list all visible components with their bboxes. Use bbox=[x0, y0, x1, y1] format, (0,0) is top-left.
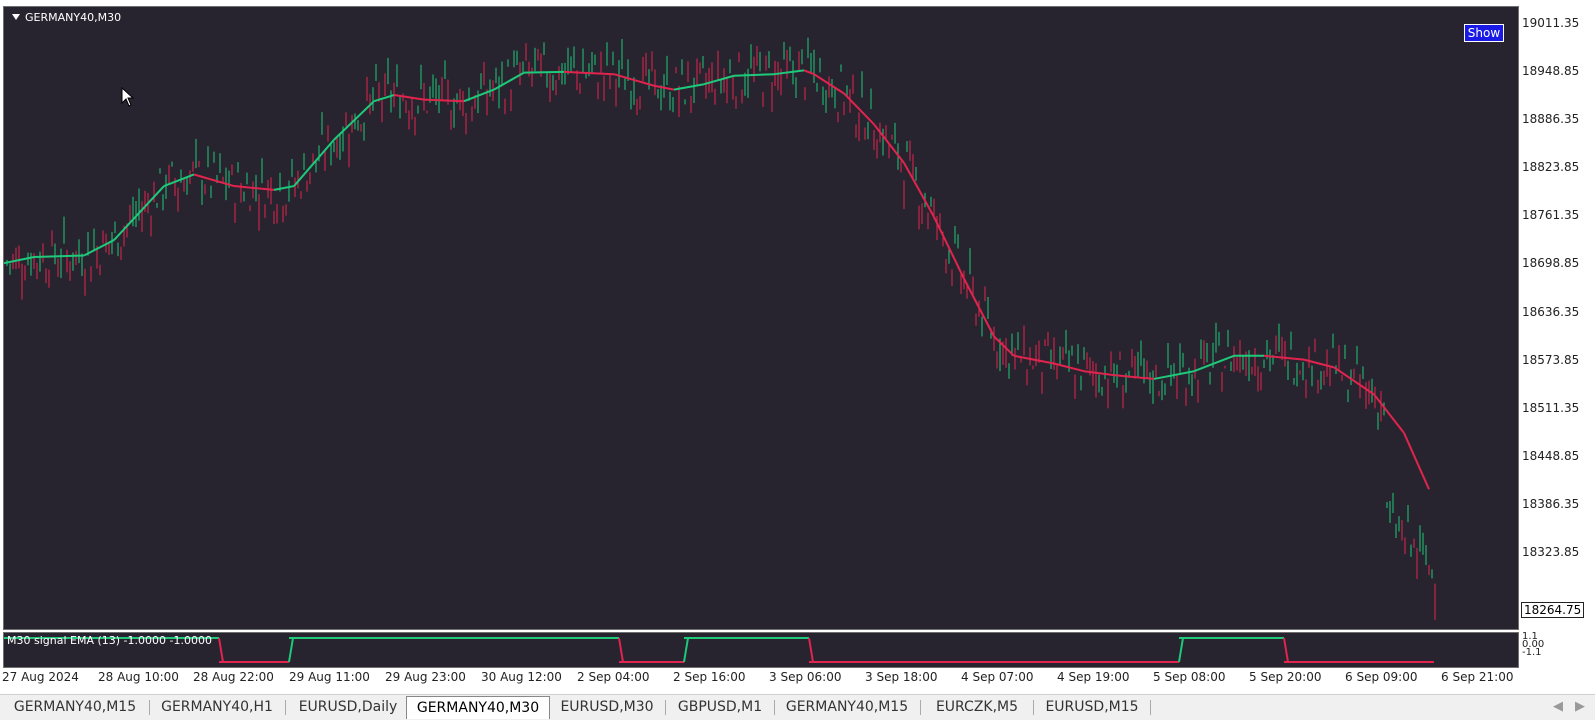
price-tick: 18886.35 bbox=[1522, 112, 1580, 126]
time-tick: 29 Aug 11:00 bbox=[289, 670, 370, 684]
tab-divider bbox=[1033, 700, 1034, 715]
tab-gbpusd-m1[interactable]: GBPUSD,M1 bbox=[668, 696, 772, 718]
chart-title-text: GERMANY40,M30 bbox=[25, 11, 122, 24]
signal-transition bbox=[618, 637, 624, 663]
ema-line-segment bbox=[193, 173, 235, 188]
time-tick: 5 Sep 08:00 bbox=[1153, 670, 1226, 684]
tab-germany40-m30[interactable]: GERMANY40,M30 bbox=[406, 696, 550, 719]
tab-eurusd-m15[interactable]: EURUSD,M15 bbox=[1036, 696, 1148, 718]
chart-window: GERMANY40,M30 Show M30 signal EMA (13) -… bbox=[0, 0, 1595, 720]
tab-divider bbox=[149, 700, 150, 715]
tab-germany40-m15[interactable]: GERMANY40,M15 bbox=[5, 696, 145, 718]
time-tick: 6 Sep 21:00 bbox=[1441, 670, 1514, 684]
price-tick: 18698.85 bbox=[1522, 256, 1580, 270]
price-chart-canvas bbox=[4, 37, 1436, 620]
ema-line-segment bbox=[803, 69, 815, 76]
sub-axis-tick: -1.1 bbox=[1522, 647, 1542, 658]
time-tick: 5 Sep 20:00 bbox=[1249, 670, 1322, 684]
tab-germany40-h1[interactable]: GERMANY40,H1 bbox=[152, 696, 282, 718]
time-tick: 27 Aug 2024 bbox=[2, 670, 79, 684]
indicator-label: M30 signal EMA (13) -1.0000 -1.0000 bbox=[7, 634, 212, 647]
show-button[interactable]: Show bbox=[1464, 24, 1504, 42]
time-tick: 3 Sep 18:00 bbox=[865, 670, 938, 684]
ema-line-segment bbox=[1193, 354, 1235, 373]
ema-line-segment bbox=[523, 70, 565, 74]
ema-line-segment bbox=[273, 185, 295, 191]
tab-eurusd-m30[interactable]: EURUSD,M30 bbox=[552, 696, 662, 718]
signal-transition bbox=[683, 637, 689, 663]
ema-line-segment bbox=[733, 73, 775, 77]
mouse-cursor-icon bbox=[121, 87, 135, 107]
time-tick: 3 Sep 06:00 bbox=[769, 670, 842, 684]
time-tick: 2 Sep 16:00 bbox=[673, 670, 746, 684]
price-axis[interactable]: 19011.35 18948.85 18886.35 18823.85 1876… bbox=[1521, 0, 1595, 694]
indicator-subwindow[interactable]: M30 signal EMA (13) -1.0000 -1.0000 bbox=[3, 632, 1519, 668]
time-tick: 4 Sep 07:00 bbox=[961, 670, 1034, 684]
price-chart[interactable]: GERMANY40,M30 Show bbox=[3, 6, 1519, 630]
ema-line-segment bbox=[563, 70, 615, 76]
time-axis[interactable]: 27 Aug 2024 28 Aug 10:00 28 Aug 22:00 29… bbox=[0, 668, 1520, 688]
tab-eurczk-m5[interactable]: EURCZK,M5 bbox=[923, 696, 1031, 718]
current-price-label: 18264.75 bbox=[1521, 602, 1585, 618]
time-tick: 30 Aug 12:00 bbox=[481, 670, 562, 684]
ema-line-segment bbox=[1403, 432, 1430, 490]
price-tick: 19011.35 bbox=[1522, 16, 1580, 30]
tab-divider bbox=[285, 700, 286, 715]
ema-line-segment bbox=[1113, 374, 1155, 380]
tab-eurusd-daily[interactable]: EURUSD,Daily bbox=[288, 696, 408, 718]
price-tick: 18823.85 bbox=[1522, 160, 1580, 174]
signal-transition bbox=[218, 637, 224, 663]
signal-transition bbox=[808, 637, 814, 663]
signal-line-canvas bbox=[4, 637, 1434, 663]
time-tick: 6 Sep 09:00 bbox=[1345, 670, 1418, 684]
dropdown-triangle-icon[interactable] bbox=[12, 14, 20, 20]
price-tick: 18573.85 bbox=[1522, 353, 1580, 367]
time-tick: 4 Sep 19:00 bbox=[1057, 670, 1130, 684]
chart-title: GERMANY40,M30 bbox=[12, 11, 121, 24]
signal-transition bbox=[288, 637, 294, 663]
time-tick: 28 Aug 22:00 bbox=[193, 670, 274, 684]
ema-line-segment bbox=[393, 94, 425, 101]
time-tick: 28 Aug 10:00 bbox=[98, 670, 179, 684]
tab-germany40-m15-2[interactable]: GERMANY40,M15 bbox=[777, 696, 917, 718]
tab-divider bbox=[665, 700, 666, 715]
ema-line-segment bbox=[293, 139, 335, 187]
ema-line-segment bbox=[933, 216, 965, 280]
ema-line-segment bbox=[963, 278, 995, 337]
price-tick: 18511.35 bbox=[1522, 401, 1580, 415]
time-tick: 2 Sep 04:00 bbox=[577, 670, 650, 684]
ema-line-segment bbox=[333, 100, 375, 141]
price-tick: 18386.35 bbox=[1522, 497, 1580, 511]
tab-divider bbox=[1150, 700, 1151, 715]
price-tick: 18636.35 bbox=[1522, 305, 1580, 319]
ema-line-segment bbox=[1013, 354, 1055, 365]
time-tick: 29 Aug 23:00 bbox=[385, 670, 466, 684]
signal-transition bbox=[1283, 637, 1289, 663]
tab-divider bbox=[920, 700, 921, 715]
scroll-left-icon[interactable]: ◀ bbox=[1553, 699, 1563, 714]
price-tick: 18761.35 bbox=[1522, 208, 1580, 222]
scroll-right-icon[interactable]: ▶ bbox=[1575, 699, 1585, 714]
signal-transition bbox=[1178, 637, 1184, 663]
price-tick: 18323.85 bbox=[1522, 545, 1580, 559]
chart-tab-bar: GERMANY40,M15 GERMANY40,H1 EURUSD,Daily … bbox=[0, 694, 1595, 720]
tab-divider bbox=[774, 700, 775, 715]
ema-line-segment bbox=[1083, 370, 1115, 377]
price-tick: 18948.85 bbox=[1522, 64, 1580, 78]
price-tick: 18448.85 bbox=[1522, 449, 1580, 463]
